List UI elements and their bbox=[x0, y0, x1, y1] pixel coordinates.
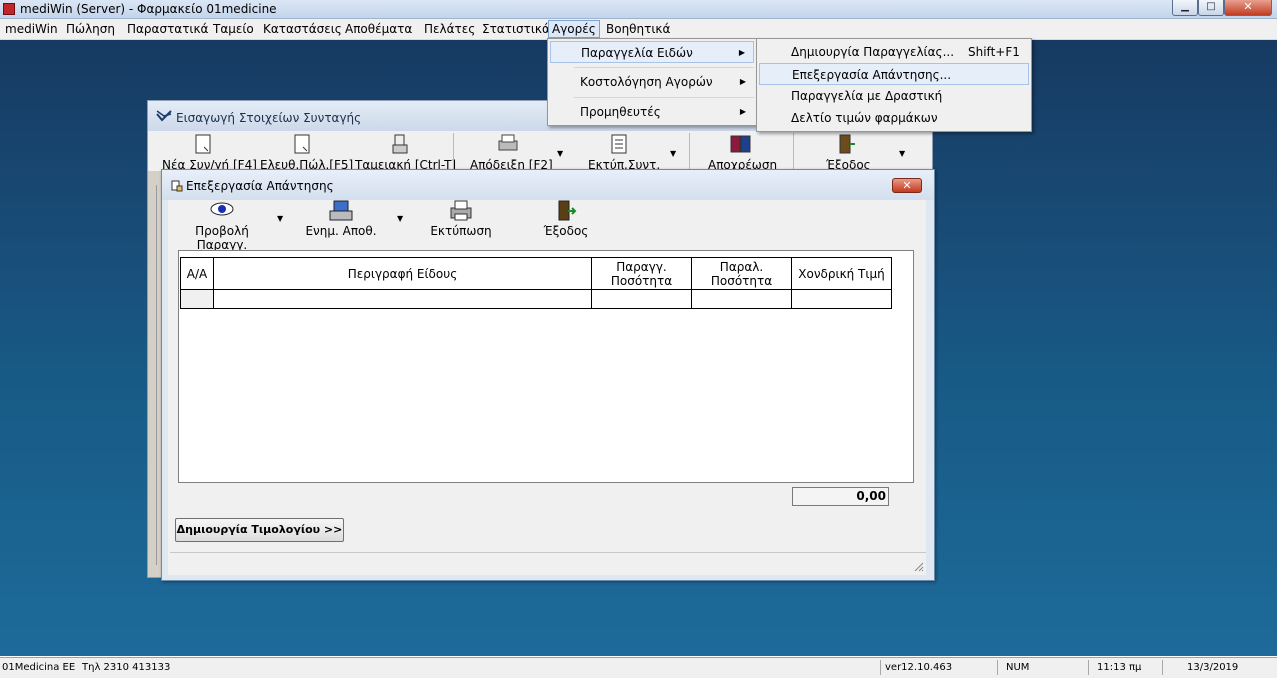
view-order-button[interactable]: Προβολή Παραγγ. bbox=[170, 202, 274, 252]
print-prescription-icon bbox=[611, 134, 627, 154]
menu-apothemata[interactable]: Αποθέματα bbox=[342, 21, 415, 37]
menu-pelates[interactable]: Πελάτες bbox=[421, 21, 478, 37]
cell-description[interactable] bbox=[213, 289, 592, 309]
submenu-create-order-label: Δημιουργία Παραγγελίας... bbox=[791, 45, 955, 59]
submenu-arrow-icon: ▶ bbox=[739, 77, 746, 86]
menu-polisi[interactable]: Πώληση bbox=[63, 21, 118, 37]
table-row[interactable] bbox=[180, 289, 892, 309]
menu-item-order-items-label: Παραγγελία Ειδών bbox=[581, 46, 693, 60]
exit-dropdown-arrow[interactable]: ▼ bbox=[899, 149, 905, 158]
stock-update-icon bbox=[329, 200, 353, 221]
prescription-toolbar: Νέα Συν/γή [F4] Ελευθ.Πώλ.[F5] Ταμειακή … bbox=[148, 131, 932, 172]
status-date: 13/3/2019 bbox=[1162, 660, 1262, 675]
status-company: 01Medicina ΕΕ bbox=[2, 662, 76, 673]
menu-bar: mediWin Πώληση Παραστατικά Ταμείο Καταστ… bbox=[0, 19, 1277, 40]
menu-parastatika[interactable]: Παραστατικά bbox=[124, 21, 211, 37]
cell-ordered-qty[interactable] bbox=[591, 289, 692, 309]
cell-wholesale-price[interactable] bbox=[791, 289, 892, 309]
submenu-arrow-icon: ▶ bbox=[739, 107, 746, 116]
view-order-dropdown-arrow[interactable]: ▼ bbox=[277, 214, 283, 223]
col-description[interactable]: Περιγραφή Είδους bbox=[213, 257, 592, 290]
minimize-button[interactable]: ▁ bbox=[1172, 0, 1198, 16]
resize-grip-icon[interactable] bbox=[914, 562, 924, 572]
menu-item-order-items[interactable]: Παραγγελία Ειδών ▶ bbox=[550, 41, 754, 63]
menu-tameio[interactable]: Ταμείο bbox=[210, 21, 257, 37]
submenu-order-by-substance-label: Παραγγελία με Δραστική bbox=[791, 89, 943, 103]
menu-item-purchase-costing-label: Κοστολόγηση Αγορών bbox=[580, 75, 713, 89]
exit-door-icon bbox=[558, 200, 577, 221]
dialog-exit-label: Έξοδος bbox=[543, 224, 589, 238]
update-stock-button[interactable]: Ενημ. Αποθ. bbox=[300, 200, 382, 238]
receipt-printer-icon bbox=[498, 134, 518, 151]
status-phone: Τηλ 2310 413133 bbox=[82, 662, 171, 673]
printer-icon bbox=[450, 200, 472, 221]
menu-item-suppliers-label: Προμηθευτές bbox=[580, 105, 661, 119]
print-prescription-dropdown-arrow[interactable]: ▼ bbox=[670, 149, 676, 158]
dialog-title: Επεξεργασία Απάντησης bbox=[186, 179, 334, 193]
status-bar: 01Medicina ΕΕ Τηλ 2310 413133 ver12.10.4… bbox=[0, 657, 1277, 678]
submenu-edit-response-label: Επεξεργασία Απάντησης... bbox=[792, 68, 952, 82]
col-wholesale-price[interactable]: Χονδρική Τιμή bbox=[791, 257, 892, 290]
menu-separator bbox=[574, 67, 754, 68]
dialog-status-bar bbox=[170, 552, 926, 575]
menu-item-purchase-costing[interactable]: Κοστολόγηση Αγορών ▶ bbox=[550, 71, 754, 93]
menu-item-suppliers[interactable]: Προμηθευτές ▶ bbox=[550, 101, 754, 123]
submenu-drug-price-bulletin-label: Δελτίο τιμών φαρμάκων bbox=[791, 111, 938, 125]
exit-door-icon bbox=[839, 134, 855, 154]
print-label: Εκτύπωση bbox=[430, 224, 492, 238]
dialog-exit-button[interactable]: Έξοδος bbox=[538, 200, 594, 238]
response-grid[interactable]: Α/Α Περιγραφή Είδους Παραγγ. Ποσότητα Πα… bbox=[180, 257, 892, 309]
total-amount: 0,00 bbox=[792, 487, 889, 506]
free-sale-icon bbox=[294, 134, 310, 154]
window-title: mediWin (Server) - Φαρμακείο 01medicine bbox=[20, 2, 277, 16]
update-stock-dropdown-arrow[interactable]: ▼ bbox=[397, 214, 403, 223]
menu-agores[interactable]: Αγορές bbox=[548, 20, 600, 38]
prescription-window-icon bbox=[156, 110, 172, 122]
cell-aa[interactable] bbox=[180, 289, 214, 309]
status-time: 11:13 πμ bbox=[1088, 660, 1158, 675]
app-icon bbox=[3, 3, 15, 15]
menu-separator bbox=[574, 97, 754, 98]
submenu-create-order[interactable]: Δημιουργία Παραγγελίας... Shift+F1 bbox=[759, 41, 1029, 63]
menu-voithitika[interactable]: Βοηθητικά bbox=[603, 21, 673, 37]
dialog-icon bbox=[171, 180, 183, 192]
view-order-label: Προβολή Παραγγ. bbox=[195, 224, 249, 252]
discharge-book-icon bbox=[730, 135, 751, 153]
close-button[interactable]: ✕ bbox=[1224, 0, 1272, 16]
status-version: ver12.10.463 bbox=[880, 660, 970, 675]
menu-statistika[interactable]: Στατιστικά bbox=[479, 21, 553, 37]
maximize-button[interactable]: □ bbox=[1198, 0, 1224, 16]
eye-icon bbox=[210, 202, 234, 216]
create-invoice-button[interactable]: Δημιουργία Τιμολογίου >> bbox=[175, 518, 344, 542]
prescription-window-title: Εισαγωγή Στοιχείων Συνταγής bbox=[176, 111, 362, 125]
new-prescription-icon bbox=[195, 134, 211, 154]
update-stock-label: Ενημ. Αποθ. bbox=[305, 224, 377, 238]
window-title-bar: mediWin (Server) - Φαρμακείο 01medicine … bbox=[0, 0, 1277, 19]
submenu-create-order-shortcut: Shift+F1 bbox=[968, 45, 1020, 59]
print-button[interactable]: Εκτύπωση bbox=[426, 200, 496, 238]
submenu-arrow-icon: ▶ bbox=[738, 48, 745, 57]
dialog-caption: Επεξεργασία Απάντησης ✕ bbox=[162, 170, 934, 200]
dialog-close-button[interactable]: ✕ bbox=[892, 178, 922, 193]
col-ordered-qty[interactable]: Παραγγ. Ποσότητα bbox=[591, 257, 692, 290]
order-items-submenu: Δημιουργία Παραγγελίας... Shift+F1 Επεξε… bbox=[756, 38, 1032, 132]
submenu-edit-response[interactable]: Επεξεργασία Απάντησης... bbox=[759, 63, 1029, 85]
cash-register-icon bbox=[392, 134, 408, 154]
menu-katastaseis[interactable]: Καταστάσεις bbox=[260, 21, 345, 37]
cell-received-qty[interactable] bbox=[691, 289, 792, 309]
receipt-dropdown-arrow[interactable]: ▼ bbox=[557, 149, 563, 158]
col-aa[interactable]: Α/Α bbox=[180, 257, 214, 290]
submenu-order-by-substance[interactable]: Παραγγελία με Δραστική bbox=[759, 85, 1029, 107]
status-num-lock: NUM bbox=[997, 660, 1057, 675]
menu-mediwin[interactable]: mediWin bbox=[2, 21, 61, 37]
col-received-qty[interactable]: Παραλ. Ποσότητα bbox=[691, 257, 792, 290]
agores-menu: Παραγγελία Ειδών ▶ Κοστολόγηση Αγορών ▶ … bbox=[547, 38, 757, 126]
submenu-drug-price-bulletin[interactable]: Δελτίο τιμών φαρμάκων bbox=[759, 107, 1029, 129]
